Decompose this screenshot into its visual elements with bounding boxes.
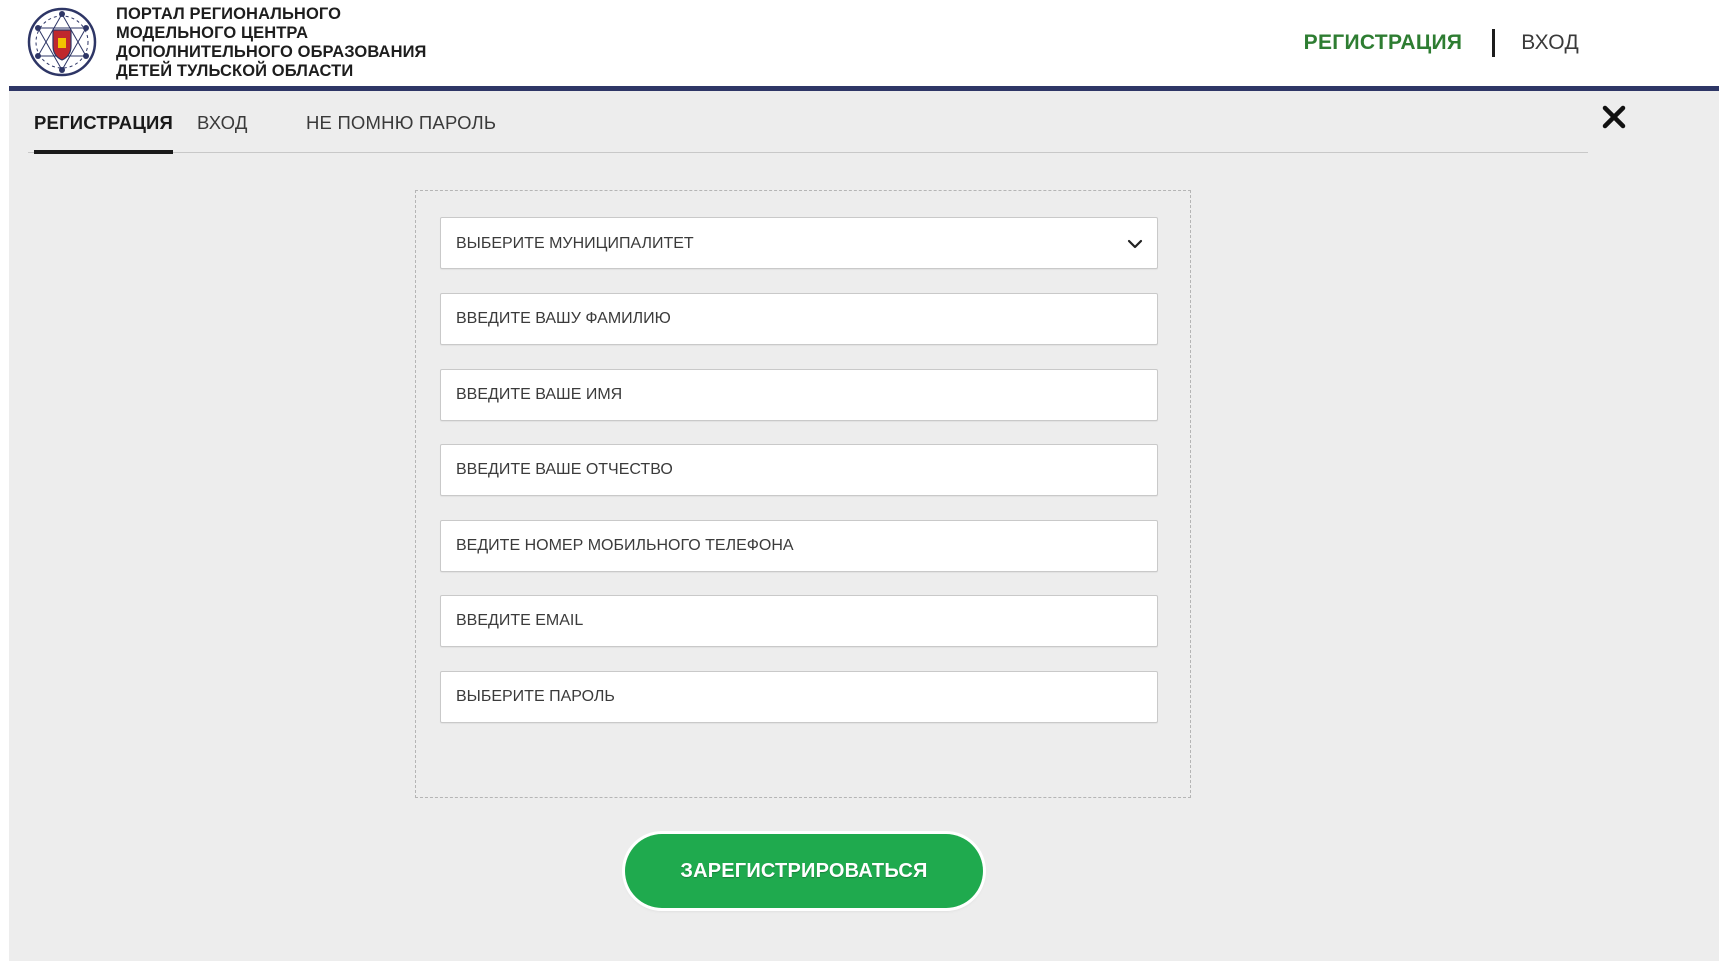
first-name-field-wrap bbox=[440, 369, 1158, 421]
tab-login[interactable]: ВХОД bbox=[197, 91, 248, 152]
close-button[interactable] bbox=[1594, 97, 1634, 137]
phone-field-wrap bbox=[440, 520, 1158, 572]
patronymic-field[interactable] bbox=[441, 445, 1157, 495]
nav-login-link[interactable]: ВХОД bbox=[1521, 31, 1579, 55]
tab-forgot-password[interactable]: НЕ ПОМНЮ ПАРОЛЬ bbox=[306, 91, 496, 152]
site-title-line: ДЕТЕЙ ТУЛЬСКОЙ ОБЛАСТИ bbox=[116, 62, 354, 80]
site-title-line: ПОРТАЛ РЕГИОНАЛЬНОГО bbox=[116, 5, 342, 23]
registration-page: ПОРТАЛ РЕГИОНАЛЬНОГО МОДЕЛЬНОГО ЦЕНТРА Д… bbox=[0, 0, 1719, 961]
modal-tabs: РЕГИСТРАЦИЯ ВХОД НЕ ПОМНЮ ПАРОЛЬ bbox=[28, 91, 1588, 154]
site-logo[interactable] bbox=[26, 6, 98, 78]
email-field-wrap bbox=[440, 595, 1158, 647]
nav-divider bbox=[1492, 29, 1496, 57]
password-field-wrap bbox=[440, 671, 1158, 723]
site-title-line: ДОПОЛНИТЕЛЬНОГО ОБРАЗОВАНИЯ bbox=[116, 43, 427, 61]
nav-register-link[interactable]: РЕГИСТРАЦИЯ bbox=[1304, 31, 1463, 55]
municipality-select[interactable]: ВЫБЕРИТЕ МУНИЦИПАЛИТЕТ bbox=[440, 217, 1158, 269]
chevron-down-icon bbox=[1125, 234, 1145, 254]
first-name-field[interactable] bbox=[441, 370, 1157, 420]
site-title-line: МОДЕЛЬНОГО ЦЕНТРА bbox=[116, 24, 309, 42]
password-field[interactable] bbox=[441, 672, 1157, 722]
site-header: ПОРТАЛ РЕГИОНАЛЬНОГО МОДЕЛЬНОГО ЦЕНТРА Д… bbox=[0, 0, 1719, 86]
email-field[interactable] bbox=[441, 596, 1157, 646]
register-button[interactable]: ЗАРЕГИСТРИРОВАТЬСЯ bbox=[625, 834, 983, 908]
last-name-field-wrap bbox=[440, 293, 1158, 345]
registration-form: ВЫБЕРИТЕ МУНИЦИПАЛИТЕТ bbox=[415, 190, 1191, 798]
close-icon bbox=[1602, 105, 1626, 129]
registration-modal: РЕГИСТРАЦИЯ ВХОД НЕ ПОМНЮ ПАРОЛЬ ВЫБЕРИТ… bbox=[9, 91, 1719, 961]
phone-field[interactable] bbox=[441, 521, 1157, 571]
regional-center-emblem-icon bbox=[27, 7, 97, 77]
tab-registration[interactable]: РЕГИСТРАЦИЯ bbox=[34, 91, 174, 154]
municipality-select-value: ВЫБЕРИТЕ МУНИЦИПАЛИТЕТ bbox=[456, 235, 694, 252]
site-title: ПОРТАЛ РЕГИОНАЛЬНОГО МОДЕЛЬНОГО ЦЕНТРА Д… bbox=[116, 5, 456, 81]
top-nav: РЕГИСТРАЦИЯ ВХОД bbox=[1304, 26, 1579, 60]
last-name-field[interactable] bbox=[441, 294, 1157, 344]
patronymic-field-wrap bbox=[440, 444, 1158, 496]
